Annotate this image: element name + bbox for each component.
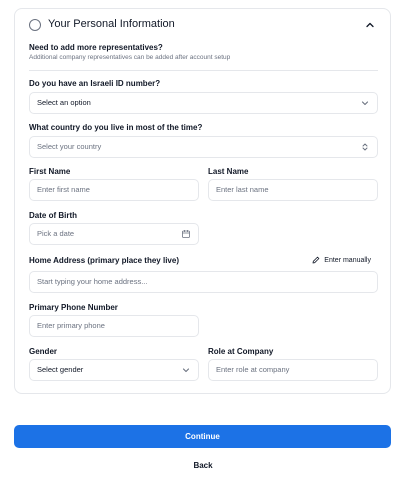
first-name-label: First Name (29, 167, 71, 176)
continue-button[interactable]: Continue (14, 425, 391, 448)
chevron-up-down-icon (362, 143, 368, 151)
first-name-placeholder: Enter first name (37, 185, 90, 194)
gender-select-value: Select gender (37, 365, 84, 374)
role-label: Role at Company (208, 347, 274, 356)
section-title: Your Personal Information (48, 18, 175, 30)
israeli-id-label: Do you have an Israeli ID number? (29, 79, 161, 88)
chevron-up-icon[interactable] (364, 19, 376, 31)
section-header[interactable]: Your Personal Information (15, 9, 390, 41)
dob-picker[interactable]: Pick a date (29, 223, 199, 245)
personal-info-card: Your Personal Information Need to add mo… (14, 8, 391, 394)
home-address-input[interactable]: Start typing your home address... (29, 271, 378, 293)
gender-label: Gender (29, 347, 58, 356)
chevron-down-icon (182, 368, 190, 373)
enter-manually-label: Enter manually (324, 256, 371, 264)
home-address-label: Home Address (primary place they live) (29, 256, 179, 265)
last-name-label: Last Name (208, 167, 249, 176)
dob-placeholder: Pick a date (37, 229, 75, 238)
home-address-placeholder: Start typing your home address... (37, 277, 148, 286)
calendar-icon (182, 230, 190, 238)
chevron-down-icon (361, 101, 369, 106)
enter-manually-button[interactable]: Enter manually (312, 256, 371, 264)
notice-title: Need to add more representatives? (29, 43, 163, 52)
divider (29, 70, 378, 71)
israeli-id-select[interactable]: Select an option (29, 92, 378, 114)
country-select-placeholder: Select your country (37, 142, 102, 151)
country-select[interactable]: Select your country (29, 136, 378, 158)
pencil-icon (312, 256, 320, 264)
first-name-input[interactable]: Enter first name (29, 179, 199, 201)
phone-input[interactable]: Enter primary phone (29, 315, 199, 337)
role-input[interactable]: Enter role at company (208, 359, 378, 381)
gender-select[interactable]: Select gender (29, 359, 199, 381)
israeli-id-select-value: Select an option (37, 98, 91, 107)
phone-placeholder: Enter primary phone (37, 321, 105, 330)
notice-subtitle: Additional company representatives can b… (29, 54, 231, 61)
role-placeholder: Enter role at company (216, 365, 290, 374)
last-name-placeholder: Enter last name (216, 185, 269, 194)
phone-label: Primary Phone Number (29, 303, 118, 312)
dob-label: Date of Birth (29, 211, 77, 220)
country-label: What country do you live in most of the … (29, 123, 203, 132)
back-button[interactable]: Back (150, 456, 256, 476)
section-status-circle-icon (29, 19, 41, 31)
last-name-input[interactable]: Enter last name (208, 179, 378, 201)
